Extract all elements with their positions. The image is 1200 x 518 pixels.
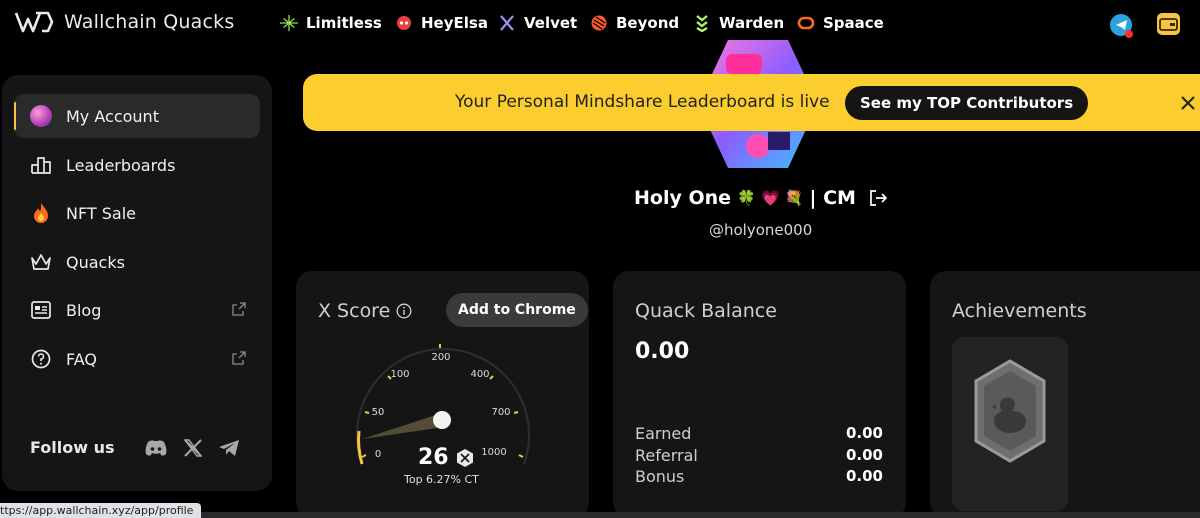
sidebar-item-my-account[interactable]: My Account xyxy=(14,94,260,138)
gauge-tick-0: 0 xyxy=(375,449,381,460)
x-score-badge-icon xyxy=(456,448,473,467)
partner-velvet[interactable]: Velvet xyxy=(498,14,577,32)
sidebar-item-faq[interactable]: FAQ xyxy=(14,337,260,381)
avatar-icon xyxy=(30,105,52,127)
brand-logo[interactable]: Wallchain Quacks xyxy=(14,9,234,35)
partner-label: Beyond xyxy=(616,14,680,32)
sidebar-item-label: Quacks xyxy=(66,252,125,272)
partner-label: Velvet xyxy=(524,14,578,32)
top-bar: Wallchain Quacks Limitless HeyElsa Velve… xyxy=(0,0,1200,50)
sidebar-item-label: NFT Sale xyxy=(66,203,136,223)
discord-icon[interactable] xyxy=(143,435,169,461)
profile-name: Holy One 🍀 💗 💐 | CM xyxy=(634,187,888,209)
limitless-icon xyxy=(280,14,298,32)
x-score-card: X Score Add to Chrome 0 50 100 200 400 7… xyxy=(296,271,589,518)
gauge-tick-100: 100 xyxy=(390,369,409,380)
partner-spaace[interactable]: Spaace xyxy=(797,14,884,32)
balance-row-value: 0.00 xyxy=(845,467,883,485)
balance-row-referral: Referral 0.00 xyxy=(635,446,883,465)
sidebar-item-blog[interactable]: Blog xyxy=(14,288,260,332)
gauge-tick-700: 700 xyxy=(491,407,510,418)
sidebar-item-label: Blog xyxy=(66,300,102,320)
notification-dot xyxy=(1125,30,1133,38)
blog-icon xyxy=(30,299,52,321)
profile-name-suffix: | CM xyxy=(809,187,856,209)
sidebar-item-label: Leaderboards xyxy=(66,155,176,175)
partner-label: Spaace xyxy=(823,14,884,32)
heyelsa-icon xyxy=(395,14,413,32)
achievements-title: Achievements xyxy=(952,300,1087,322)
x-score-title: X Score xyxy=(318,300,412,322)
sidebar-item-quacks[interactable]: Quacks xyxy=(14,240,260,284)
x-score-value: 26 xyxy=(418,445,475,470)
x-score-rank: Top 6.27% CT xyxy=(404,473,479,486)
achievements-card: Achievements xyxy=(930,271,1200,518)
banner-text: Your Personal Mindshare Leaderboard is l… xyxy=(455,92,830,112)
duck-badge-icon xyxy=(974,359,1046,463)
balance-row-earned: Earned 0.00 xyxy=(635,424,883,443)
sidebar-item-label: FAQ xyxy=(66,349,97,369)
sidebar-item-nft-sale[interactable]: NFT Sale xyxy=(14,191,260,235)
close-icon[interactable] xyxy=(1178,93,1198,113)
wallet-button[interactable] xyxy=(1157,13,1180,35)
balance-row-label: Earned xyxy=(635,424,692,443)
question-icon xyxy=(30,348,52,370)
balance-row-value: 0.00 xyxy=(845,446,883,464)
status-bar-url: ttps://app.wallchain.xyz/app/profile xyxy=(0,503,202,518)
top-contributors-button[interactable]: See my TOP Contributors xyxy=(845,86,1089,120)
mindshare-banner: Your Personal Mindshare Leaderboard is l… xyxy=(303,74,1200,131)
wallet-icon xyxy=(1159,18,1178,31)
sidebar-item-label: My Account xyxy=(66,106,159,126)
partner-label: HeyElsa xyxy=(421,14,488,32)
brand-name: Wallchain Quacks xyxy=(64,11,235,33)
profile-handle: @holyone000 xyxy=(709,221,813,239)
balance-row-label: Bonus xyxy=(635,467,685,486)
beyond-icon xyxy=(590,14,608,32)
profile-emojis: 🍀 💗 💐 xyxy=(737,189,804,207)
gauge-tick-200: 200 xyxy=(431,352,450,363)
quack-balance-card: Quack Balance 0.00 Earned 0.00 Referral … xyxy=(613,271,906,518)
partner-limitless[interactable]: Limitless xyxy=(280,14,382,32)
telegram-social-icon[interactable] xyxy=(216,435,242,461)
warden-icon xyxy=(693,14,711,32)
partner-heyelsa[interactable]: HeyElsa xyxy=(395,14,488,32)
sidebar-item-leaderboards[interactable]: Leaderboards xyxy=(14,143,260,187)
x-score-number: 26 xyxy=(418,445,449,470)
balance-row-value: 0.00 xyxy=(845,424,883,442)
sidebar: My Account Leaderboards NFT Sale Quacks … xyxy=(2,75,272,491)
partner-beyond[interactable]: Beyond xyxy=(590,14,679,32)
x-icon[interactable] xyxy=(180,435,206,461)
external-link-icon xyxy=(232,351,246,365)
gauge-tick-50: 50 xyxy=(372,407,385,418)
info-icon[interactable] xyxy=(396,303,412,319)
fire-icon xyxy=(30,202,52,224)
x-score-title-text: X Score xyxy=(318,300,391,322)
quack-balance-value: 0.00 xyxy=(635,339,690,364)
logout-icon[interactable] xyxy=(868,188,888,208)
partner-warden[interactable]: Warden xyxy=(693,14,784,32)
gauge-tick-400: 400 xyxy=(470,369,489,380)
telegram-icon xyxy=(1115,20,1127,30)
leaderboard-icon xyxy=(30,154,52,176)
partner-label: Limitless xyxy=(306,14,382,32)
balance-row-label: Referral xyxy=(635,446,698,465)
crown-icon xyxy=(30,251,52,273)
add-to-chrome-button[interactable]: Add to Chrome xyxy=(446,293,588,327)
spaace-icon xyxy=(797,14,815,32)
velvet-icon xyxy=(498,14,516,32)
external-link-icon xyxy=(232,302,246,316)
gauge-tick-1000: 1000 xyxy=(481,447,506,458)
achievement-tile[interactable] xyxy=(952,337,1068,511)
partner-label: Warden xyxy=(719,14,785,32)
follow-us-label: Follow us xyxy=(30,438,115,457)
quack-balance-title: Quack Balance xyxy=(635,300,777,322)
profile-display-name: Holy One xyxy=(634,187,732,209)
wallchain-logo-icon xyxy=(14,11,54,33)
gauge-pivot xyxy=(433,411,451,429)
balance-row-bonus: Bonus 0.00 xyxy=(635,467,883,486)
